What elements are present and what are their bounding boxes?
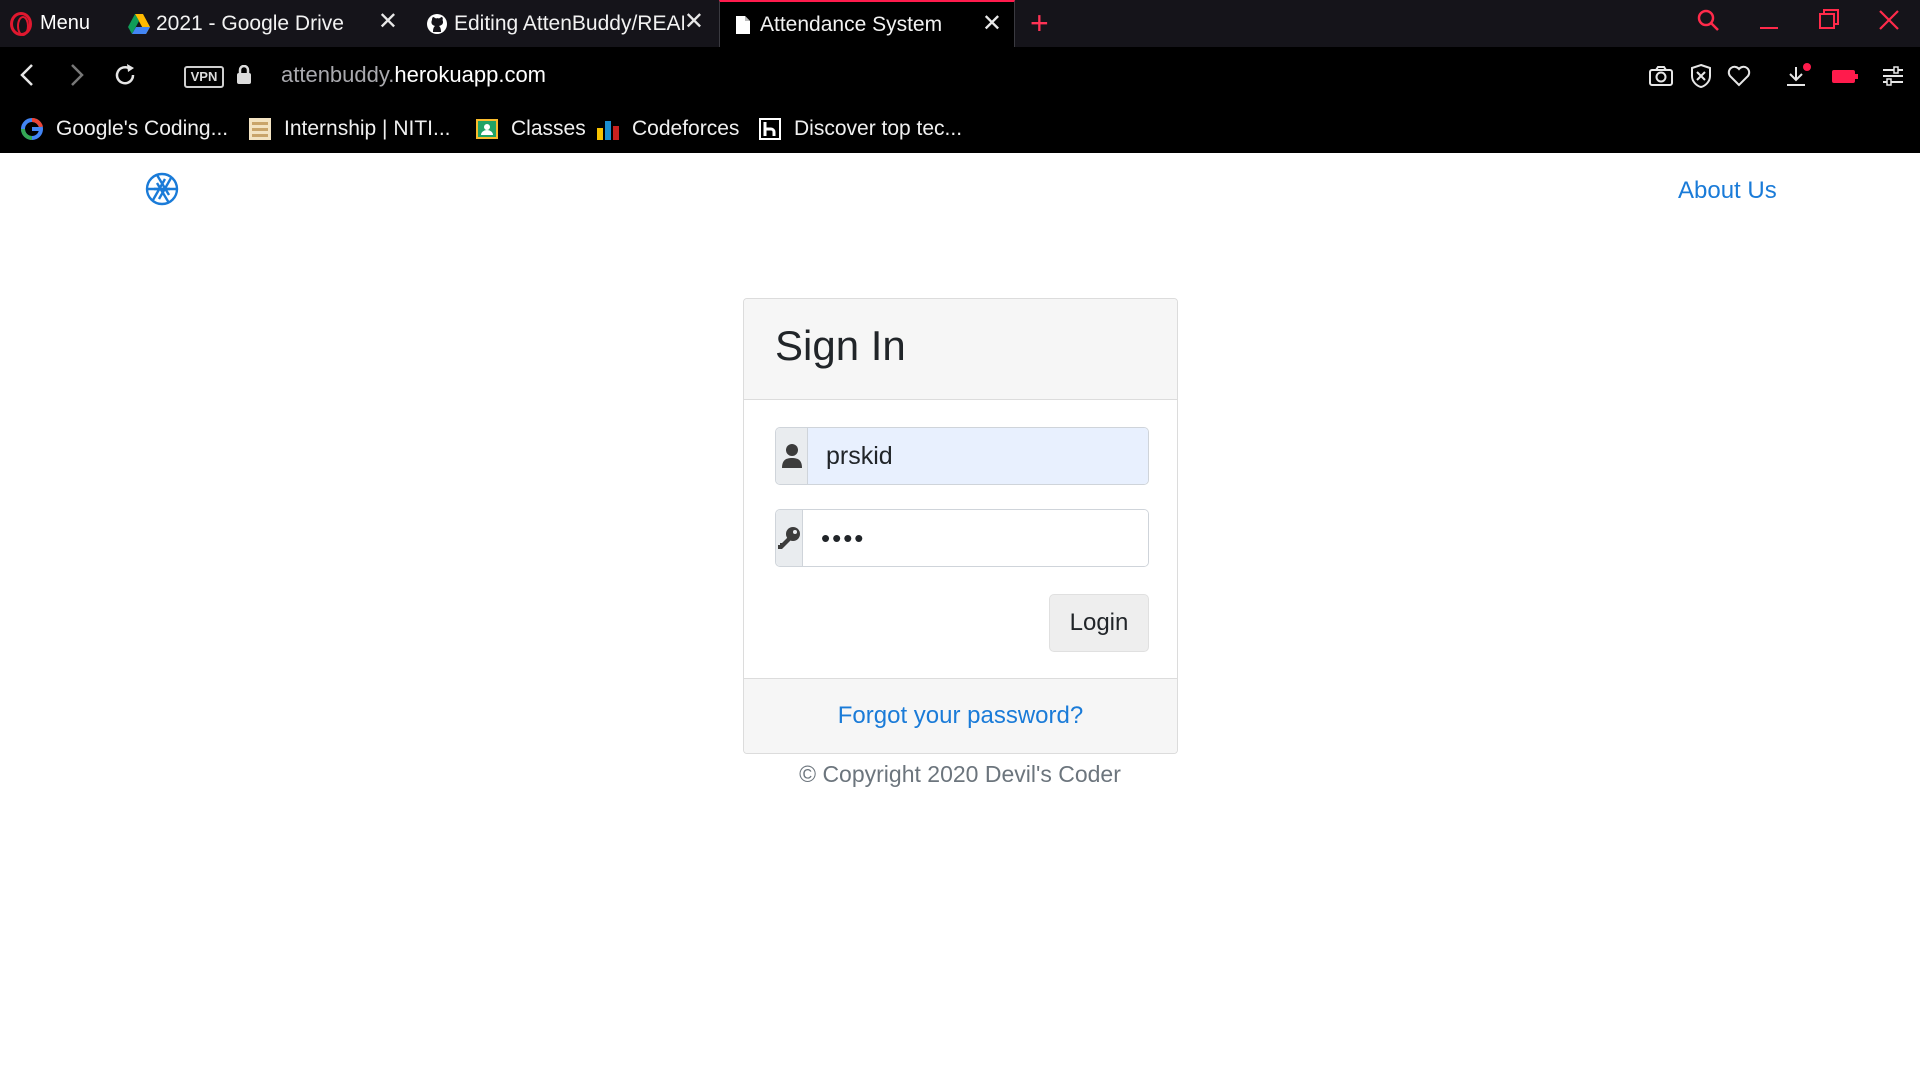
bookmark-internship-niti[interactable]: Internship | NITI... — [248, 113, 451, 145]
minimize-icon[interactable] — [1758, 8, 1780, 37]
forward-icon[interactable] — [66, 61, 86, 94]
easy-setup-icon[interactable] — [1880, 63, 1906, 89]
url-field[interactable]: attenbuddy.herokuapp.com — [281, 62, 546, 88]
signin-title: Sign In — [775, 322, 906, 369]
url-host: herokuapp.com — [394, 62, 547, 87]
password-group — [775, 509, 1149, 567]
signin-card: Sign In Login Forgot your password? — [743, 298, 1178, 754]
address-bar: VPN attenbuddy.herokuapp.com — [0, 47, 1920, 105]
page-icon — [732, 14, 754, 36]
username-group — [775, 427, 1149, 485]
menu-label: Menu — [40, 12, 91, 34]
password-input[interactable] — [803, 510, 1148, 566]
close-icon[interactable]: ✕ — [684, 10, 704, 34]
url-prefix: attenbuddy. — [281, 62, 395, 87]
heart-icon[interactable] — [1726, 63, 1752, 89]
download-icon[interactable] — [1784, 63, 1811, 89]
google-icon — [20, 117, 44, 141]
bookmark-codeforces[interactable]: Codeforces — [596, 113, 739, 145]
new-tab-button[interactable]: + — [1030, 6, 1049, 40]
bookmark-label: Internship | NITI... — [284, 117, 451, 140]
tab-title: Editing AttenBuddy/READ — [454, 11, 684, 35]
niti-icon — [248, 117, 272, 141]
reload-icon[interactable] — [112, 61, 138, 94]
tab-title: Attendance System — [760, 12, 943, 36]
tab-title: 2021 - Google Drive — [156, 11, 344, 35]
username-input[interactable] — [808, 428, 1148, 484]
tab-google-drive[interactable]: 2021 - Google Drive ✕ — [128, 0, 410, 47]
aperture-logo-icon[interactable] — [144, 171, 180, 207]
bookmark-label: Codeforces — [632, 117, 740, 140]
bookmark-label: Discover top tec... — [794, 117, 963, 140]
classroom-icon — [475, 117, 499, 141]
user-icon — [776, 428, 808, 484]
camera-icon[interactable] — [1648, 63, 1674, 89]
tab-attendance-system[interactable]: Attendance System ✕ — [719, 0, 1015, 47]
bookmark-google-coding[interactable]: Google's Coding... — [20, 113, 228, 145]
hackerearth-icon — [758, 117, 782, 141]
opera-menu-button[interactable]: Menu — [10, 0, 90, 47]
copyright-label: © Copyright 2020 Devil's Coder — [799, 761, 1121, 787]
close-icon[interactable]: ✕ — [982, 12, 1002, 36]
key-icon — [776, 510, 803, 566]
bookmark-label: Google's Coding... — [56, 117, 229, 140]
bookmark-classes[interactable]: Classes — [475, 113, 586, 145]
google-drive-icon — [128, 13, 150, 35]
bookmark-label: Classes — [511, 117, 586, 140]
battery-saver-icon[interactable] — [1830, 63, 1860, 89]
search-tabs-icon[interactable] — [1696, 8, 1720, 37]
opera-logo-icon — [10, 11, 32, 36]
web-page: About Us Sign In Login Forgot your passw… — [0, 153, 1920, 1078]
codeforces-icon — [596, 117, 620, 141]
browser-tab-bar: Menu 2021 - Google Drive ✕ Editing Atten… — [0, 0, 1920, 47]
tab-github-editing[interactable]: Editing AttenBuddy/READ ✕ — [426, 0, 716, 47]
card-footer: Forgot your password? — [744, 678, 1177, 753]
close-icon[interactable]: ✕ — [378, 10, 398, 34]
card-header: Sign In — [744, 299, 1177, 400]
close-window-icon[interactable] — [1878, 8, 1900, 37]
vpn-badge[interactable]: VPN — [184, 66, 224, 88]
forgot-password-link[interactable]: Forgot your password? — [838, 702, 1083, 730]
back-icon[interactable] — [18, 61, 38, 94]
login-button[interactable]: Login — [1049, 594, 1149, 652]
github-icon — [426, 13, 448, 35]
bookmark-discover-top-tech[interactable]: Discover top tec... — [758, 113, 962, 145]
lock-icon[interactable] — [236, 64, 252, 85]
ad-blocker-icon[interactable] — [1688, 63, 1714, 89]
copyright-text: © Copyright 2020 Devil's Coder — [0, 761, 1920, 788]
about-us-link[interactable]: About Us — [1678, 177, 1777, 205]
restore-icon[interactable] — [1818, 8, 1840, 37]
bookmarks-bar: Google's Coding... Internship | NITI... … — [0, 105, 1920, 153]
